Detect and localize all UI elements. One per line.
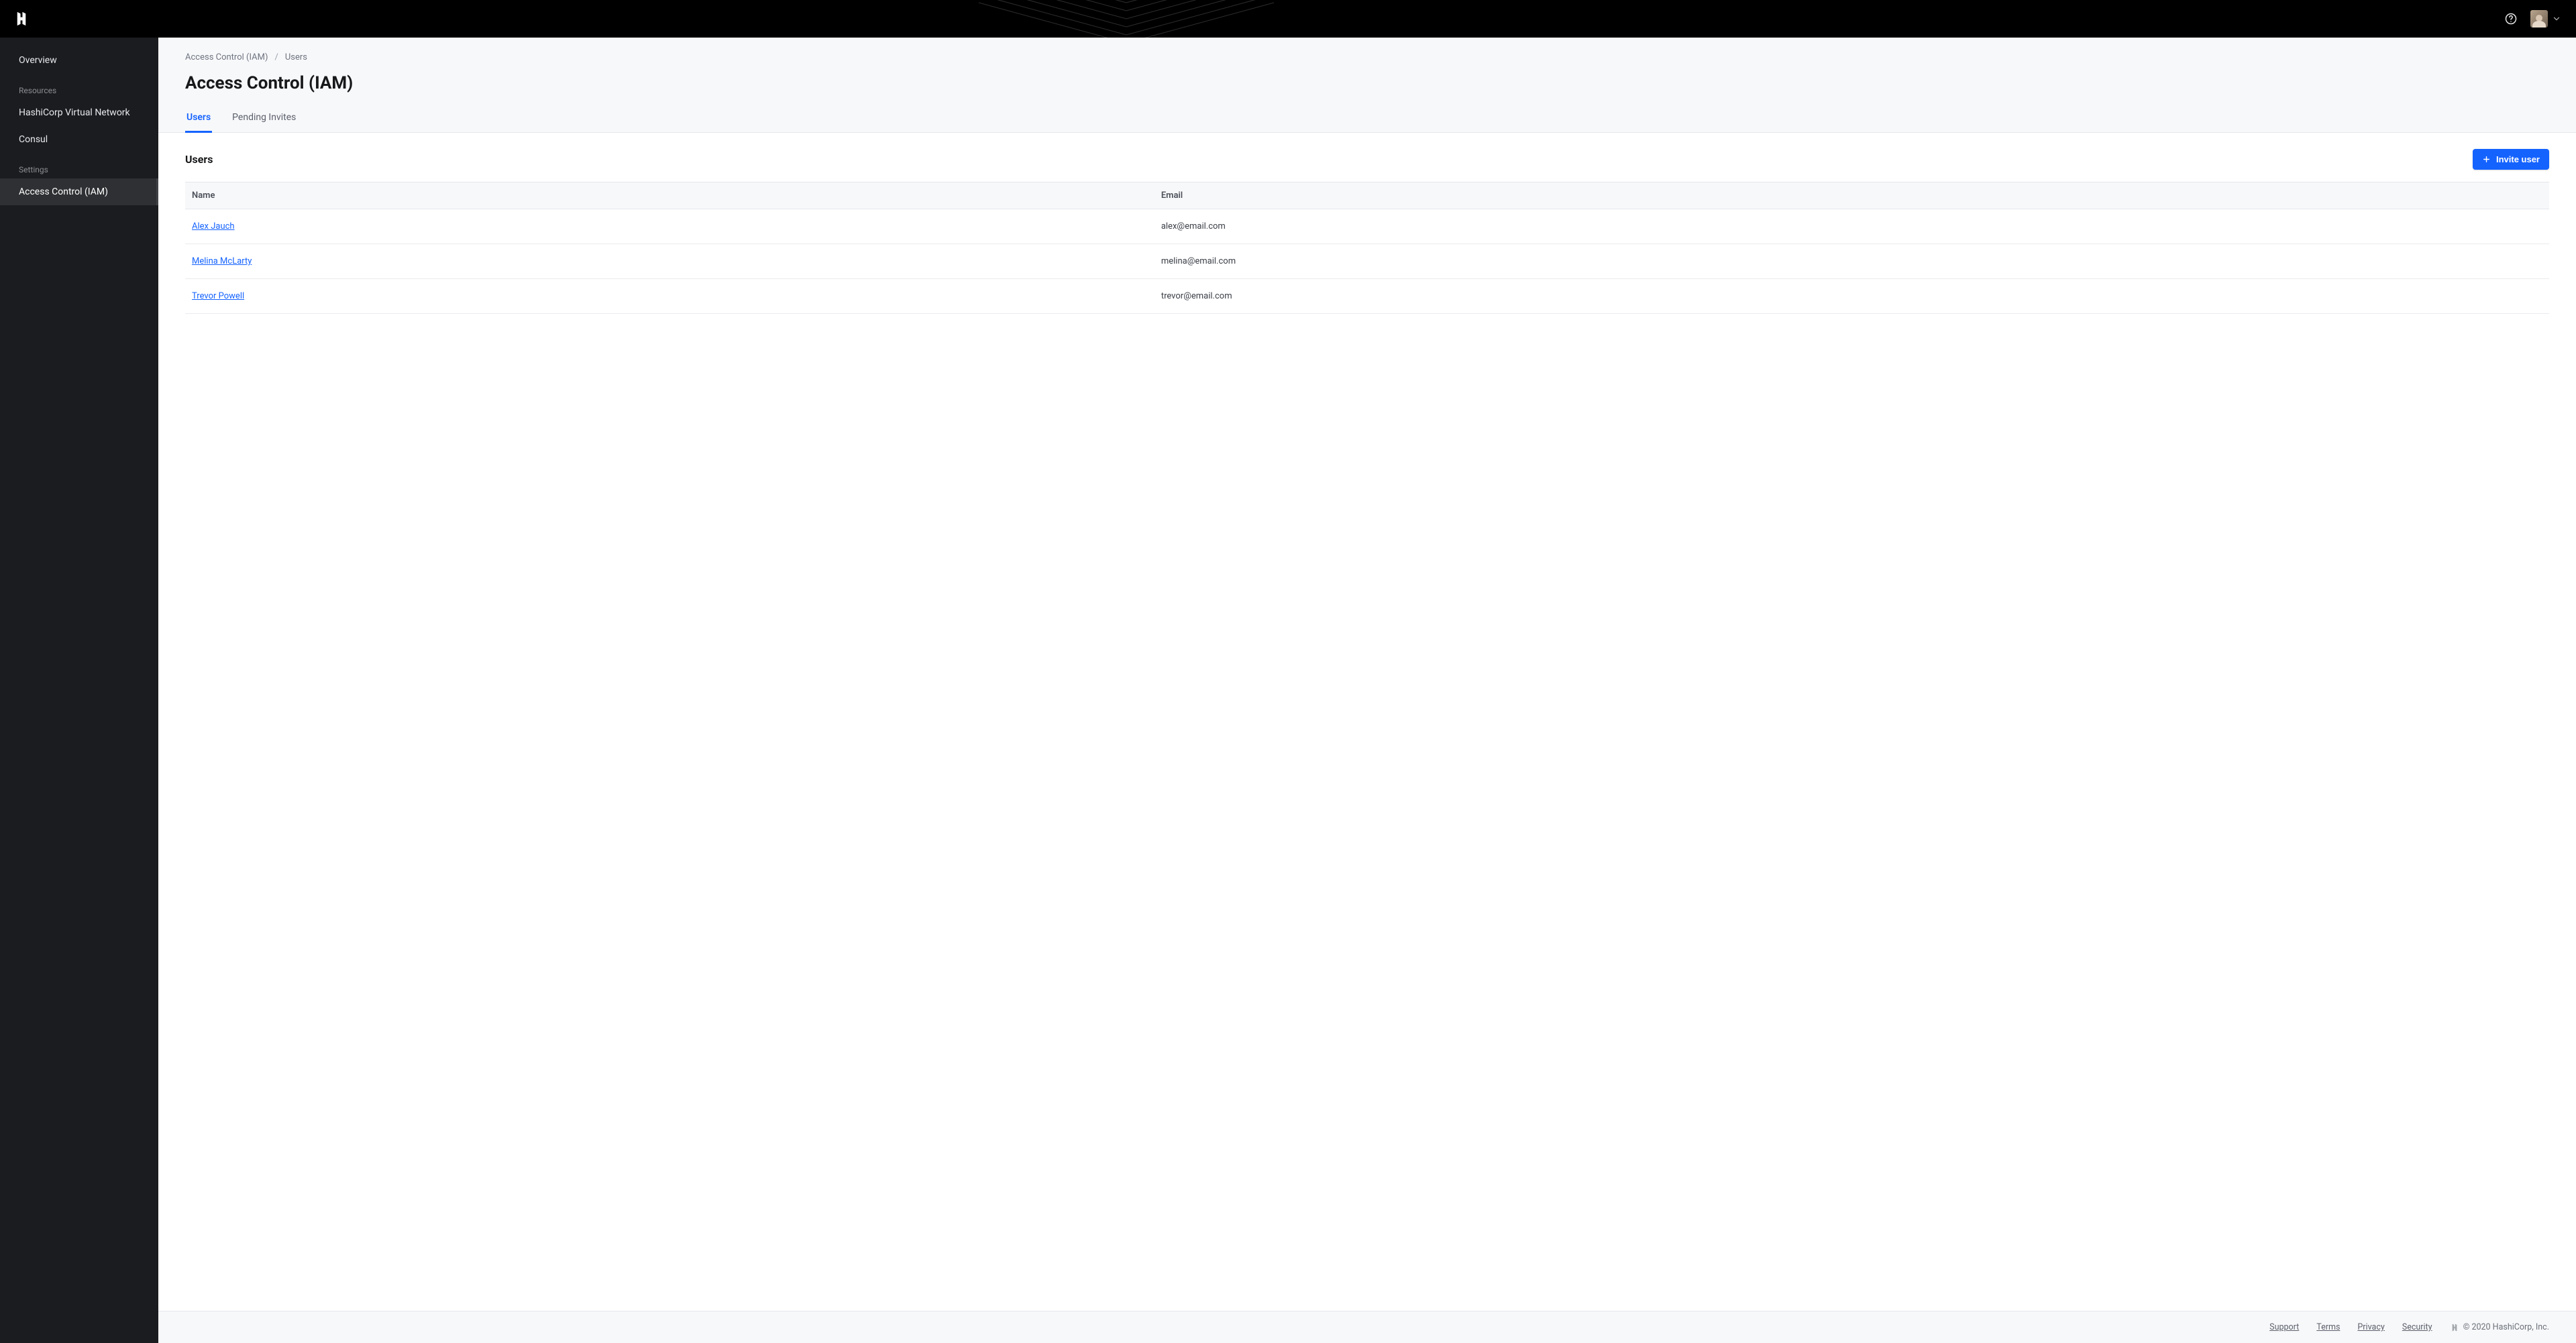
sidebar-item-overview[interactable]: Overview	[0, 47, 158, 74]
plus-icon	[2482, 155, 2491, 164]
page-header: Access Control (IAM) / Users Access Cont…	[158, 38, 2576, 133]
sidebar-item-consul[interactable]: Consul	[0, 126, 158, 153]
content: Users Invite user Name Email	[158, 133, 2576, 1311]
tab-label: Users	[186, 112, 211, 123]
topbar	[0, 0, 2576, 38]
column-name: Name	[185, 182, 1155, 209]
user-email: melina@email.com	[1155, 244, 2549, 279]
table-row: Melina McLarty melina@email.com	[185, 244, 2549, 279]
footer-link-support[interactable]: Support	[2269, 1322, 2299, 1332]
sidebar-item-label: HashiCorp Virtual Network	[19, 107, 130, 118]
sidebar-item-hvn[interactable]: HashiCorp Virtual Network	[0, 99, 158, 126]
users-table: Name Email Alex Jauch alex@email.com Mel…	[185, 182, 2549, 314]
sidebar-section-settings: Settings	[0, 153, 158, 178]
user-menu[interactable]	[2530, 10, 2561, 28]
invite-user-label: Invite user	[2496, 154, 2540, 164]
breadcrumb-parent[interactable]: Access Control (IAM)	[185, 52, 268, 62]
tab-users[interactable]: Users	[185, 105, 212, 133]
footer-link-privacy[interactable]: Privacy	[2357, 1322, 2384, 1332]
sidebar-item-access-control[interactable]: Access Control (IAM)	[0, 178, 158, 205]
user-name-link[interactable]: Alex Jauch	[192, 221, 235, 231]
hashicorp-logo-icon	[2450, 1323, 2459, 1332]
tabs: Users Pending Invites	[185, 105, 2549, 132]
decorative-chevrons	[979, 0, 1274, 38]
user-email: trevor@email.com	[1155, 279, 2549, 314]
footer: Support Terms Privacy Security © 2020 Ha…	[158, 1311, 2576, 1343]
sidebar-section-resources: Resources	[0, 74, 158, 99]
sidebar-item-label: Access Control (IAM)	[19, 186, 108, 197]
user-email: alex@email.com	[1155, 209, 2549, 244]
column-email: Email	[1155, 182, 2549, 209]
chevron-down-icon	[2552, 14, 2561, 23]
tab-label: Pending Invites	[232, 112, 296, 123]
breadcrumb: Access Control (IAM) / Users	[185, 52, 2549, 62]
avatar	[2530, 10, 2548, 28]
users-heading: Users	[185, 153, 213, 166]
footer-copyright: © 2020 HashiCorp, Inc.	[2450, 1322, 2549, 1332]
main: Access Control (IAM) / Users Access Cont…	[158, 38, 2576, 1343]
help-icon[interactable]	[2504, 11, 2518, 26]
user-name-link[interactable]: Melina McLarty	[192, 256, 252, 266]
tab-pending-invites[interactable]: Pending Invites	[231, 105, 297, 133]
footer-link-security[interactable]: Security	[2402, 1322, 2432, 1332]
hashicorp-logo[interactable]	[12, 9, 31, 28]
breadcrumb-separator: /	[274, 52, 278, 62]
breadcrumb-current: Users	[285, 52, 307, 62]
page-title: Access Control (IAM)	[185, 73, 2549, 93]
invite-user-button[interactable]: Invite user	[2473, 149, 2549, 170]
table-row: Alex Jauch alex@email.com	[185, 209, 2549, 244]
sidebar-item-label: Overview	[19, 55, 57, 66]
footer-link-terms[interactable]: Terms	[2316, 1322, 2340, 1332]
table-row: Trevor Powell trevor@email.com	[185, 279, 2549, 314]
user-name-link[interactable]: Trevor Powell	[192, 291, 244, 301]
sidebar-item-label: Consul	[19, 134, 48, 145]
sidebar: Overview Resources HashiCorp Virtual Net…	[0, 38, 158, 1343]
